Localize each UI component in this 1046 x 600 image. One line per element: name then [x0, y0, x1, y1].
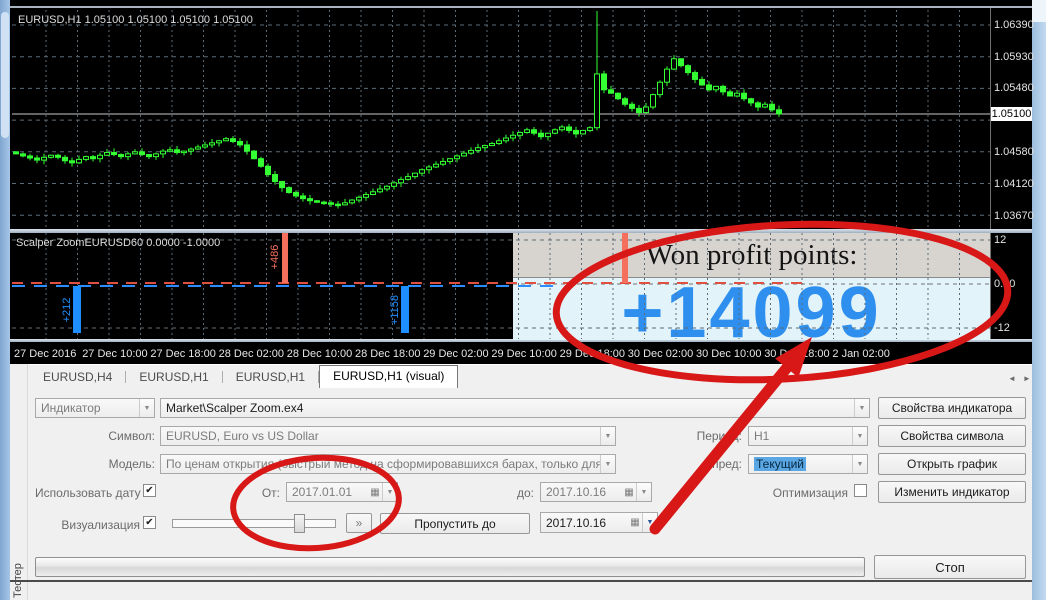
chart-tabs-bar: EURUSD,H4 EURUSD,H1 EURUSD,H1 EURUSD,H1 (vi…	[30, 365, 1010, 388]
chart-tab[interactable]: EURUSD,H1	[223, 367, 318, 388]
window-right-border	[1032, 0, 1046, 600]
optimization-checkbox[interactable]	[854, 484, 867, 497]
spread-value: Текущий	[754, 457, 806, 471]
timeline-label: 28 Dec 18:00	[355, 348, 421, 360]
chart-tab[interactable]: EURUSD,H1 (visual)	[319, 365, 459, 388]
chevron-down-icon: ▼	[852, 427, 867, 445]
timeline-label: 27 Dec 2016	[14, 348, 77, 360]
timeline-label: 28 Dec 10:00	[286, 348, 353, 360]
chevron-down-icon: ▼	[854, 399, 869, 417]
timeline-label: 29 Dec 18:00	[559, 348, 626, 360]
window-right-corner	[1032, 0, 1046, 22]
stop-button[interactable]: Стоп	[874, 555, 1026, 579]
chevron-down-icon: ▼	[852, 455, 867, 473]
timeline-label: 27 Dec 10:00	[82, 348, 148, 360]
calendar-icon: ▦	[624, 486, 634, 498]
model-dropdown[interactable]: По ценам открытия (быстрый метод на сфор…	[160, 454, 616, 474]
date-from-label: От:	[261, 486, 280, 500]
period-label: Период:	[696, 429, 742, 443]
timeline-label: 29 Dec 02:00	[423, 348, 489, 360]
period-dropdown[interactable]: H1 ▼	[748, 426, 868, 446]
current-price-box: 1.05100	[991, 107, 1032, 121]
price-axis-label: 1.05930	[994, 51, 1034, 63]
price-axis-separator	[990, 8, 991, 340]
left-scrollbar-thumb[interactable]	[1, 12, 9, 138]
tester-divider	[10, 580, 1032, 582]
date-to-field[interactable]: 2017.10.16 ▦ ▼	[540, 482, 652, 502]
chevron-down-icon: ▼	[642, 513, 657, 532]
tab-scroll-controls: ◄ ►	[1008, 374, 1031, 383]
fast-forward-button[interactable]: »	[346, 513, 372, 533]
period-value: H1	[754, 429, 770, 443]
calendar-icon: ▦	[630, 517, 640, 528]
indicator-bar-value: +1158	[389, 294, 401, 326]
mt4-terminal-window: EURUSD,H1 1.05100 1.05100 1.05100 1.0510…	[0, 0, 1046, 600]
model-label: Модель:	[108, 457, 155, 471]
symbol-label: Символ:	[108, 429, 155, 443]
indicator-bar-value: +486	[269, 244, 281, 270]
visualization-label: Визуализация	[61, 518, 140, 532]
price-axis-label: 1.04580	[994, 146, 1034, 158]
indicator-axis-label: 0.00	[994, 278, 1016, 290]
indicator-properties-button[interactable]: Свойства индикатора	[878, 397, 1026, 419]
use-date-checkbox[interactable]: ✔	[143, 484, 156, 497]
chart-tab[interactable]: EURUSD,H1	[126, 367, 221, 388]
chart-tab[interactable]: EURUSD,H4	[30, 367, 125, 388]
price-axis-label: 1.03670	[994, 210, 1034, 222]
timeline-label: 27 Dec 18:00	[150, 348, 216, 360]
candlestick-chart	[12, 10, 990, 229]
chevron-down-icon: ▼	[139, 399, 154, 417]
date-from-value: 2017.01.01	[292, 485, 353, 499]
indicator-path-value: Market\Scalper Zoom.ex4	[166, 401, 304, 415]
symbol-value: EURUSD, Euro vs US Dollar	[166, 429, 319, 443]
chart-top-border	[10, 6, 1032, 8]
date-to-value: 2017.10.16	[546, 485, 607, 499]
chevron-down-icon: ▼	[600, 455, 615, 473]
open-chart-button[interactable]: Открыть график	[878, 453, 1026, 475]
calendar-icon: ▦	[370, 486, 380, 498]
date-from-field[interactable]: 2017.01.01 ▦ ▼	[286, 482, 398, 502]
tester-caption: Тестер	[12, 540, 27, 598]
test-progress-bar	[35, 557, 865, 577]
skip-date-field[interactable]: 2017.10.16 ▦ ▼	[540, 512, 658, 533]
timeline-label: 29 Dec 10:00	[491, 348, 557, 360]
visualization-checkbox[interactable]: ✔	[143, 516, 156, 529]
tabs-scroll-left-icon[interactable]: ◄	[1008, 374, 1016, 383]
indicator-axis-label: 12	[994, 234, 1007, 246]
optimization-label: Оптимизация	[772, 486, 848, 500]
model-value: По ценам открытия (быстрый метод на сфор…	[166, 457, 600, 471]
checkmark-icon: ✔	[145, 517, 154, 528]
chevron-down-icon: ▼	[600, 427, 615, 445]
skip-date-value: 2017.10.16	[546, 515, 607, 530]
price-axis-label: 1.05480	[994, 82, 1034, 94]
modify-indicator-button[interactable]: Изменить индикатор	[878, 481, 1026, 503]
skip-to-button[interactable]: Пропустить до	[380, 513, 530, 534]
price-axis-label: 1.06390	[994, 19, 1034, 31]
timeline-label: 28 Dec 02:00	[218, 348, 285, 360]
tabs-scroll-right-icon[interactable]: ►	[1023, 374, 1031, 383]
indicator-title: Scalper ZoomEURUSD60 0.0000 -1.0000	[16, 237, 221, 249]
spread-dropdown[interactable]: Текущий ▼	[748, 454, 868, 474]
fast-forward-icon: »	[355, 516, 363, 530]
chevron-down-icon: ▼	[636, 483, 651, 501]
indicator-axis-label: -12	[994, 322, 1010, 334]
date-to-label: до:	[516, 486, 534, 500]
indicator-type-dropdown[interactable]: Индикатор ▼	[35, 398, 155, 418]
use-date-label: Использовать дату	[35, 486, 141, 500]
indicator-path-dropdown[interactable]: Market\Scalper Zoom.ex4 ▼	[160, 398, 870, 418]
indicator-type-value: Индикатор	[41, 401, 101, 415]
slider-thumb[interactable]	[294, 514, 305, 533]
chevron-down-icon: ▼	[382, 483, 397, 501]
checkmark-icon: ✔	[145, 485, 154, 496]
symbol-properties-button[interactable]: Свойства символа	[878, 425, 1026, 447]
price-axis-label: 1.04120	[994, 178, 1034, 190]
indicator-bar-value: +212	[61, 297, 73, 323]
spread-label: Спред:	[703, 457, 742, 471]
symbol-dropdown[interactable]: EURUSD, Euro vs US Dollar ▼	[160, 426, 616, 446]
visualization-speed-slider[interactable]	[172, 519, 336, 528]
